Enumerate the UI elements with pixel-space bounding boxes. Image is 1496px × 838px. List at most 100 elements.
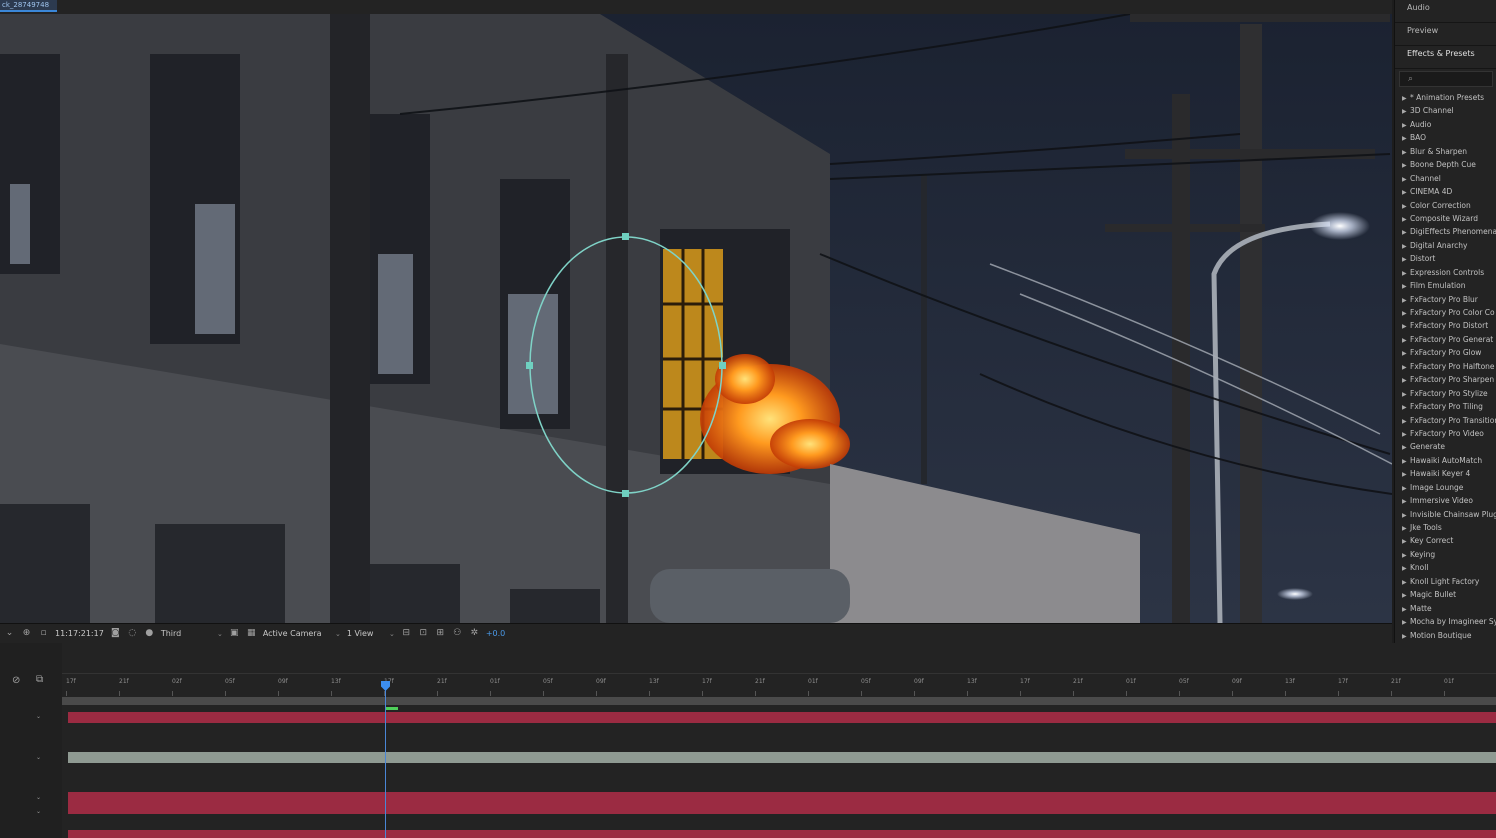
effects-category-item[interactable]: ▶ DigiEffects Phenomena — [1395, 225, 1496, 238]
effects-category-item[interactable]: ▶ Blur & Sharpen — [1395, 145, 1496, 158]
reset-exposure-icon[interactable]: ✲ — [469, 628, 480, 639]
work-area-bar[interactable] — [62, 697, 1496, 705]
panel-tab-effects-presets[interactable]: Effects & Presets — [1395, 46, 1496, 69]
disclosure-triangle-icon[interactable]: ▶ — [1402, 388, 1410, 401]
disclosure-triangle-icon[interactable]: ▶ — [1402, 576, 1410, 589]
effects-category-item[interactable]: ▶ Digital Anarchy — [1395, 239, 1496, 252]
effects-category-item[interactable]: ▶ CINEMA 4D — [1395, 185, 1496, 198]
exposure-value[interactable]: +0.0 — [486, 629, 505, 638]
layer-bar[interactable] — [68, 712, 1496, 723]
disclosure-triangle-icon[interactable]: ▶ — [1402, 361, 1410, 374]
effects-category-item[interactable]: ▶ Image Lounge — [1395, 481, 1496, 494]
disclosure-triangle-icon[interactable]: ▶ — [1402, 522, 1410, 535]
color-channels-icon[interactable]: ● — [144, 628, 155, 639]
disclosure-triangle-icon[interactable]: ▶ — [1402, 267, 1410, 280]
disclosure-triangle-icon[interactable]: ▶ — [1402, 630, 1410, 643]
disclosure-triangle-icon[interactable]: ▶ — [1402, 280, 1410, 293]
composition-tab[interactable]: ck_28749748 — [0, 0, 58, 12]
effects-category-item[interactable]: ▶ FxFactory Pro Blur — [1395, 293, 1496, 306]
resolution-dropdown[interactable]: Third ⌄ — [161, 629, 223, 638]
effects-category-item[interactable]: ▶ FxFactory Pro Tiling — [1395, 400, 1496, 413]
disclosure-triangle-icon[interactable]: ▶ — [1402, 347, 1410, 360]
disclosure-triangle-icon[interactable]: ▶ — [1402, 119, 1410, 132]
effects-category-item[interactable]: ▶ Composite Wizard — [1395, 212, 1496, 225]
keyframe-marker[interactable] — [386, 707, 398, 710]
effects-category-item[interactable]: ▶ Matte — [1395, 602, 1496, 615]
effects-category-item[interactable]: ▶ FxFactory Pro Sharpen — [1395, 373, 1496, 386]
disclosure-triangle-icon[interactable]: ▶ — [1402, 159, 1410, 172]
effects-category-item[interactable]: ▶ Motion Boutique — [1395, 629, 1496, 642]
effects-category-item[interactable]: ▶ FxFactory Pro Video — [1395, 427, 1496, 440]
chevron-down-icon[interactable]: ⌄ — [36, 808, 41, 815]
disclosure-triangle-icon[interactable]: ▶ — [1402, 240, 1410, 253]
disclosure-triangle-icon[interactable]: ▶ — [1402, 415, 1410, 428]
effects-category-item[interactable]: ▶ Magic Bullet — [1395, 588, 1496, 601]
effects-category-item[interactable]: ▶ Boone Depth Cue — [1395, 158, 1496, 171]
disclosure-triangle-icon[interactable]: ▶ — [1402, 253, 1410, 266]
layer-bar[interactable] — [68, 792, 1496, 814]
effects-category-item[interactable]: ▶ Key Correct — [1395, 534, 1496, 547]
disclosure-triangle-icon[interactable]: ▶ — [1402, 105, 1410, 118]
disclosure-triangle-icon[interactable]: ▶ — [1402, 320, 1410, 333]
disclosure-triangle-icon[interactable]: ▶ — [1402, 92, 1410, 105]
camera-snapshot-icon[interactable]: ◙ — [110, 628, 121, 639]
composition-viewer[interactable] — [0, 14, 1392, 623]
effects-category-item[interactable]: ▶ Generate — [1395, 440, 1496, 453]
effects-category-item[interactable]: ▶ FxFactory Pro Glow — [1395, 346, 1496, 359]
show-snapshot-icon[interactable]: ◌ — [127, 628, 138, 639]
effects-category-item[interactable]: ▶ FxFactory Pro Distort — [1395, 319, 1496, 332]
effects-search-input[interactable]: ⌕ — [1399, 71, 1493, 87]
disclosure-triangle-icon[interactable]: ▶ — [1402, 603, 1410, 616]
effects-category-item[interactable]: ▶ Hawaiki AutoMatch — [1395, 454, 1496, 467]
effects-category-item[interactable]: ▶ Jke Tools — [1395, 521, 1496, 534]
disclosure-triangle-icon[interactable]: ▶ — [1402, 307, 1410, 320]
effects-category-item[interactable]: ▶ Knoll — [1395, 561, 1496, 574]
effects-category-item[interactable]: ▶ FxFactory Pro Transition — [1395, 414, 1496, 427]
disclosure-triangle-icon[interactable]: ▶ — [1402, 535, 1410, 548]
disclosure-triangle-icon[interactable]: ▶ — [1402, 562, 1410, 575]
effects-category-item[interactable]: ▶ Film Emulation — [1395, 279, 1496, 292]
effects-category-item[interactable]: ▶ Immersive Video — [1395, 494, 1496, 507]
disclosure-triangle-icon[interactable]: ▶ — [1402, 132, 1410, 145]
fast-previews-icon[interactable]: ▣ — [229, 628, 240, 639]
disclosure-triangle-icon[interactable]: ▶ — [1402, 173, 1410, 186]
effects-category-item[interactable]: ▶ FxFactory Pro Generat — [1395, 333, 1496, 346]
disclosure-triangle-icon[interactable]: ▶ — [1402, 374, 1410, 387]
timeline-icon[interactable]: ⊞ — [435, 628, 446, 639]
disclosure-triangle-icon[interactable]: ▶ — [1402, 401, 1410, 414]
effects-category-item[interactable]: ▶ Knoll Light Factory — [1395, 575, 1496, 588]
disclosure-triangle-icon[interactable]: ▶ — [1402, 146, 1410, 159]
effects-category-item[interactable]: ▶ Color Correction — [1395, 199, 1496, 212]
disclosure-triangle-icon[interactable]: ▶ — [1402, 589, 1410, 602]
effects-category-item[interactable]: ▶ Mocha by Imagineer Sy — [1395, 615, 1496, 628]
effects-category-item[interactable]: ▶ FxFactory Pro Stylize — [1395, 387, 1496, 400]
current-timecode[interactable]: 11:17:21:17 — [55, 629, 104, 638]
disclosure-triangle-icon[interactable]: ▶ — [1402, 455, 1410, 468]
disclosure-triangle-icon[interactable]: ▶ — [1402, 200, 1410, 213]
effects-category-item[interactable]: ▶ Invisible Chainsaw Plug — [1395, 508, 1496, 521]
disclosure-triangle-icon[interactable]: ▶ — [1402, 428, 1410, 441]
transparency-grid-icon[interactable]: ▦ — [246, 628, 257, 639]
graph-editor-icon[interactable]: ⧉ — [36, 674, 43, 685]
disclosure-triangle-icon[interactable]: ▶ — [1402, 186, 1410, 199]
disclosure-triangle-icon[interactable]: ▶ — [1402, 468, 1410, 481]
chevron-down-icon[interactable]: ⌄ — [4, 628, 15, 639]
toggle-pixel-aspect-icon[interactable]: ⊟ — [401, 628, 412, 639]
layer-bar[interactable] — [68, 752, 1496, 763]
disclosure-triangle-icon[interactable]: ▶ — [1402, 509, 1410, 522]
effects-category-item[interactable]: ▶ Channel — [1395, 172, 1496, 185]
camera-dropdown[interactable]: Active Camera ⌄ — [263, 629, 341, 638]
chevron-down-icon[interactable]: ⌄ — [36, 713, 41, 720]
effects-category-item[interactable]: ▶ Distort — [1395, 252, 1496, 265]
effects-category-item[interactable]: ▶ FxFactory Pro Color Co — [1395, 306, 1496, 319]
zoom-icon[interactable]: ⊕ — [21, 628, 32, 639]
disclosure-triangle-icon[interactable]: ▶ — [1402, 482, 1410, 495]
effects-category-item[interactable]: ▶ Hawaiki Keyer 4 — [1395, 467, 1496, 480]
effects-category-item[interactable]: ▶ 3D Channel — [1395, 104, 1496, 117]
flowchart-icon[interactable]: ⚇ — [452, 628, 463, 639]
chevron-down-icon[interactable]: ⌄ — [36, 754, 41, 761]
disclosure-triangle-icon[interactable]: ▶ — [1402, 334, 1410, 347]
panel-tab-preview[interactable]: Preview — [1395, 23, 1496, 46]
effects-category-item[interactable]: ▶ Keying — [1395, 548, 1496, 561]
disclosure-triangle-icon[interactable]: ▶ — [1402, 213, 1410, 226]
